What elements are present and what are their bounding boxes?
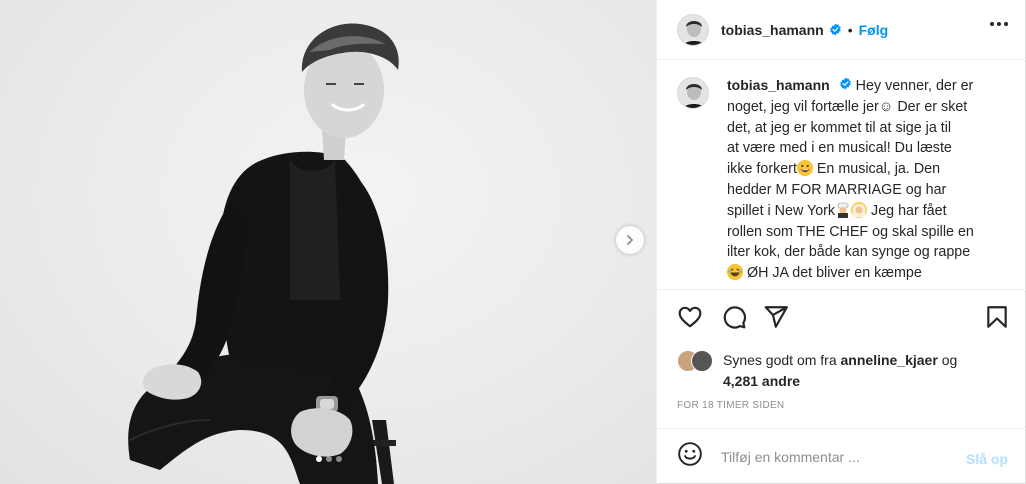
avatar-image	[678, 14, 708, 45]
liker-username-link[interactable]: anneline_kjaer	[841, 352, 938, 368]
chevron-right-icon	[627, 235, 633, 245]
caption-line: ilter kok, der både kan synge og rappe	[727, 244, 971, 261]
verified-badge-icon	[839, 77, 852, 90]
liker-avatars[interactable]	[677, 350, 717, 374]
caption-line: at være med i en musical! Du læste	[727, 140, 952, 157]
chef-emoji-icon	[835, 202, 851, 218]
post-header: tobias_hamann • Følg	[657, 0, 1026, 60]
comment-box: Slå op	[657, 428, 1026, 484]
caption-line: ikke forkert	[727, 161, 797, 178]
post-photo[interactable]	[0, 0, 656, 484]
verified-badge-icon	[829, 23, 842, 36]
caption: tobias_hamann Hey venner, der er noget, …	[657, 61, 1026, 289]
likes-summary: Synes godt om fra anneline_kjaer og 4,28…	[677, 350, 957, 391]
caption-line: En musical, ja. Den	[812, 161, 941, 178]
caption-text: tobias_hamann Hey venner, der er noget, …	[727, 75, 974, 289]
caption-line: spillet i New York	[727, 202, 836, 219]
carousel-next-button[interactable]	[616, 226, 644, 254]
comment-bubble-icon[interactable]	[721, 304, 747, 335]
photo-man-on-stool	[128, 23, 399, 484]
caption-line: rollen som THE CHEF og skal spille en	[727, 223, 974, 240]
action-bar-divider	[657, 289, 1026, 290]
carousel-dot	[326, 456, 332, 462]
separator-dot: •	[847, 21, 853, 38]
avatar	[691, 350, 713, 372]
caption-line: det, at jeg er kommet til at sige ja til	[727, 119, 952, 136]
avatar[interactable]	[677, 77, 709, 109]
likes-prefix: Synes godt om fra	[723, 352, 837, 368]
bookmark-icon[interactable]	[984, 304, 1010, 335]
carousel-dot	[316, 456, 322, 462]
carousel-indicator	[316, 456, 342, 462]
caption-username-link[interactable]: tobias_hamann	[727, 77, 830, 93]
action-bar	[673, 304, 1013, 334]
likes-text: Synes godt om fra anneline_kjaer og 4,28…	[723, 350, 957, 391]
likes-count-link[interactable]: 4,281 andre	[723, 373, 800, 389]
more-options-icon[interactable]	[990, 22, 1008, 26]
username-link[interactable]: tobias_hamann	[721, 22, 824, 38]
carousel-dot	[336, 456, 342, 462]
caption-line: Jeg har fået	[867, 202, 947, 219]
caption-line: noget, jeg vil fortælle jer☺ Der er sket	[727, 98, 968, 115]
avatar-image	[678, 78, 708, 108]
paper-plane-icon[interactable]	[763, 304, 789, 335]
grinning-emoji-icon	[796, 160, 813, 177]
post-side-panel: tobias_hamann • Følg tobias_hamann Hey v…	[656, 0, 1026, 484]
laughing-emoji-icon	[727, 264, 743, 281]
caption-line: hedder M FOR MARRIAGE og har	[727, 181, 947, 198]
smiley-icon[interactable]	[677, 441, 703, 472]
post-comment-button[interactable]: Slå op	[966, 451, 1008, 467]
heart-icon[interactable]	[677, 304, 703, 335]
avatar[interactable]	[677, 13, 709, 46]
follow-button[interactable]: Følg	[859, 22, 889, 38]
instagram-post: tobias_hamann • Følg tobias_hamann Hey v…	[0, 0, 1026, 484]
post-timestamp[interactable]: FOR 18 TIMER SIDEN	[677, 400, 784, 411]
comment-input[interactable]	[721, 448, 951, 465]
bride-emoji-icon	[851, 201, 868, 218]
likes-and: og	[941, 352, 958, 368]
caption-line: ØH JA det bliver en kæmpe	[743, 265, 922, 282]
caption-line: Hey venner, der er	[855, 78, 974, 94]
